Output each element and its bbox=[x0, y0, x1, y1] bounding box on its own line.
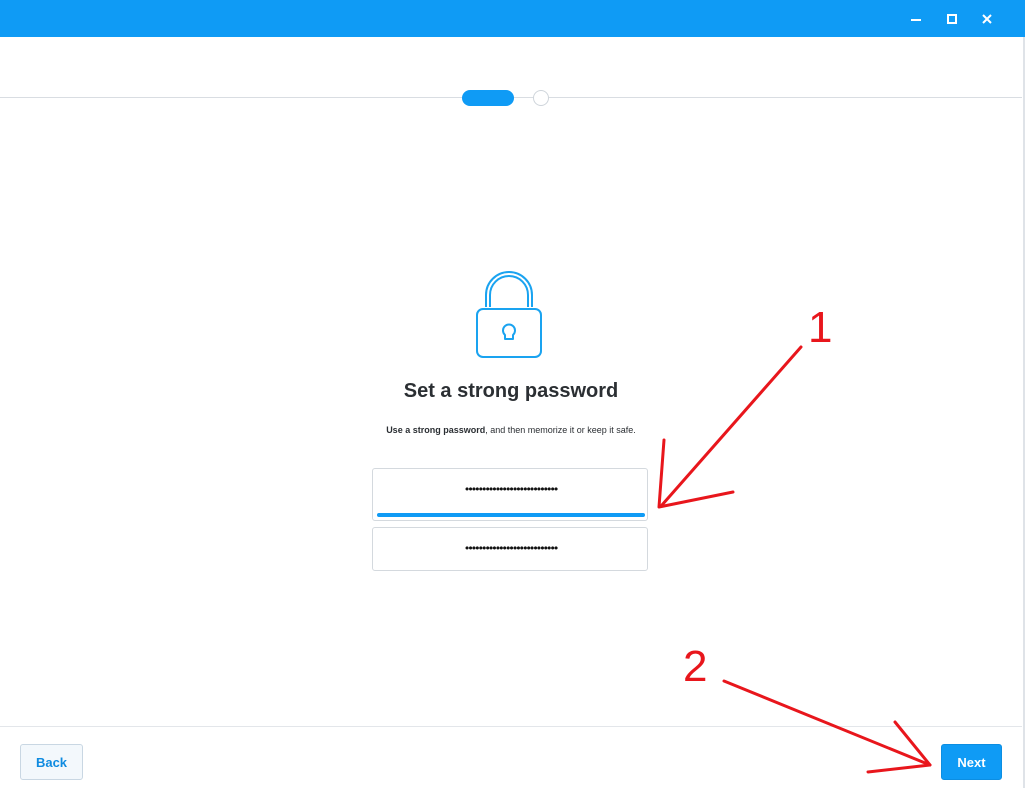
back-button[interactable]: Back bbox=[20, 744, 83, 780]
minimize-icon bbox=[911, 14, 921, 24]
annotation-label-1: 1 bbox=[808, 303, 833, 352]
minimize-button[interactable] bbox=[899, 0, 933, 37]
maximize-icon bbox=[947, 13, 957, 24]
instruction-text-rest: , and then memorize it or keep it safe. bbox=[485, 425, 636, 435]
instruction-text: Use a strong password, and then memorize… bbox=[300, 425, 722, 435]
footer-divider bbox=[0, 726, 1022, 727]
setup-window: Set a strong password Use a strong passw… bbox=[0, 0, 1025, 788]
lock-icon bbox=[474, 269, 544, 361]
confirm-password-field[interactable]: ••••••••••••••••••••••••••• bbox=[372, 527, 648, 571]
title-bar bbox=[0, 0, 1025, 37]
password-strength-bar bbox=[377, 513, 645, 517]
page-title: Set a strong password bbox=[403, 380, 619, 402]
maximize-button[interactable] bbox=[935, 0, 969, 37]
step-indicator-1-active bbox=[462, 90, 514, 106]
annotation-arrowhead-2 bbox=[866, 720, 932, 774]
password-masked-value: ••••••••••••••••••••••••••• bbox=[463, 483, 560, 496]
close-icon bbox=[982, 13, 992, 24]
annotation-arrowhead-1 bbox=[657, 438, 735, 509]
confirm-password-masked-value: ••••••••••••••••••••••••••• bbox=[463, 542, 560, 555]
annotation-label-2: 2 bbox=[683, 642, 708, 691]
close-button[interactable] bbox=[970, 0, 1004, 37]
annotation-arrow-2 bbox=[722, 679, 932, 767]
instruction-text-bold: Use a strong password bbox=[386, 425, 486, 435]
password-field[interactable]: ••••••••••••••••••••••••••• bbox=[372, 468, 648, 521]
next-button[interactable]: Next bbox=[941, 744, 1002, 780]
step-indicator-2 bbox=[533, 90, 549, 106]
